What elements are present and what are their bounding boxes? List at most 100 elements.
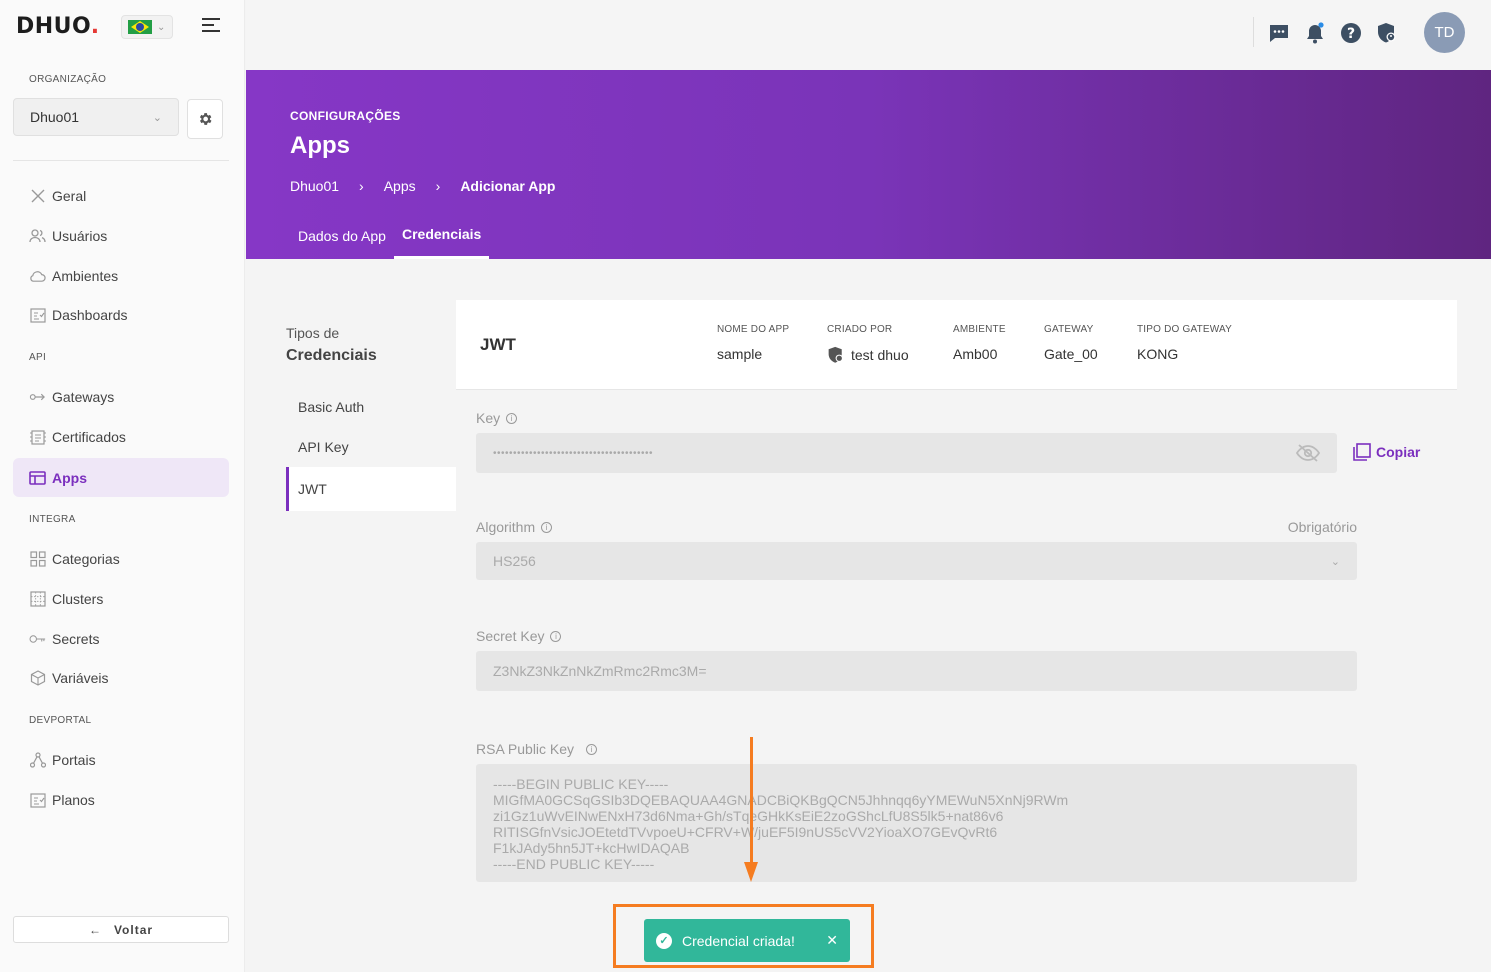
breadcrumb-item-apps[interactable]: Apps <box>384 178 416 194</box>
clusters-icon <box>29 591 46 608</box>
sidebar-item-apps[interactable]: Apps <box>13 458 229 497</box>
info-icon[interactable]: i <box>586 743 598 755</box>
info-icon[interactable]: i <box>506 412 518 424</box>
categories-icon <box>29 551 46 568</box>
sidebar-item-secrets[interactable]: Secrets <box>13 620 229 658</box>
sidebar-item-gateways[interactable]: Gateways <box>13 378 229 416</box>
sidebar-item-label: Geral <box>52 188 87 204</box>
sidebar-item-dashboards[interactable]: Dashboards <box>13 296 229 334</box>
meta-gateway-type: TIPO DO GATEWAY KONG <box>1137 324 1232 362</box>
sidebar-item-label: Certificados <box>52 429 126 445</box>
algorithm-value: HS256 <box>493 553 536 569</box>
meta-environment: AMBIENTE Amb00 <box>953 324 1006 362</box>
meta-label: AMBIENTE <box>953 324 1006 335</box>
sidebar-item-label: Clusters <box>52 591 104 607</box>
tab-credenciais[interactable]: Credenciais <box>393 222 490 259</box>
sidebar-item-label: Portais <box>52 752 96 768</box>
success-toast: ✓ Credencial criada! ✕ <box>644 919 850 962</box>
jwt-panel-header: JWT NOME DO APP sample CRIADO POR test d… <box>456 300 1457 390</box>
copy-button[interactable]: Copiar <box>1353 443 1420 461</box>
credential-types-heading-line1: Tipos de <box>286 325 340 341</box>
collapse-menu-icon[interactable] <box>202 18 222 36</box>
sidebar-item-geral[interactable]: Geral <box>13 177 229 215</box>
annotation-arrow-head <box>744 862 758 882</box>
tab-bar: Dados do App Credenciais <box>290 222 490 259</box>
plans-icon <box>29 792 46 809</box>
key-label-text: Key <box>476 410 501 426</box>
organization-settings-button[interactable] <box>187 99 223 139</box>
sidebar-item-label: Planos <box>52 792 95 808</box>
key-input[interactable]: •••••••••••••••••••••••••••••••••••••••• <box>476 433 1337 473</box>
brazil-flag-icon <box>128 20 152 34</box>
meta-label: GATEWAY <box>1044 324 1094 335</box>
eye-off-icon[interactable] <box>1296 444 1320 462</box>
credential-type-basic-auth[interactable]: Basic Auth <box>286 387 456 427</box>
credential-type-api-key[interactable]: API Key <box>286 427 456 467</box>
meta-value-text: KONG <box>1137 346 1179 362</box>
section-label-devportal: DEVPORTAL <box>29 715 92 726</box>
sidebar-item-ambientes[interactable]: Ambientes <box>13 257 229 295</box>
gear-icon <box>199 113 212 125</box>
sidebar-item-clusters[interactable]: Clusters <box>13 580 229 618</box>
organization-value: Dhuo01 <box>30 109 80 125</box>
bell-icon[interactable] <box>1303 21 1327 45</box>
variables-icon <box>29 670 46 687</box>
toast-message: Credencial criada! <box>682 932 795 949</box>
algorithm-required-label: Obrigatório <box>1287 519 1357 535</box>
sidebar-item-planos[interactable]: Planos <box>13 781 229 819</box>
sidebar-item-categorias[interactable]: Categorias <box>13 540 229 578</box>
credential-type-jwt[interactable]: JWT <box>286 467 456 511</box>
annotation-arrow <box>750 737 753 865</box>
cloud-icon <box>29 268 46 285</box>
sidebar-item-certificados[interactable]: Certificados <box>13 418 229 456</box>
credential-types-heading-line2: Credenciais <box>286 347 377 364</box>
info-icon[interactable]: i <box>541 521 553 533</box>
sidebar-item-portais[interactable]: Portais <box>13 741 229 779</box>
language-select[interactable]: ⌄ <box>121 15 173 39</box>
rsa-public-key-textarea[interactable]: -----BEGIN PUBLIC KEY----- MIGfMA0GCSqGS… <box>476 764 1357 882</box>
user-shield-icon <box>828 346 843 363</box>
info-icon[interactable]: i <box>550 630 562 642</box>
secret-key-input[interactable]: Z3NkZ3NkZnNkZmRmc2Rmc3M= <box>476 651 1357 691</box>
help-icon[interactable]: ? <box>1339 21 1363 45</box>
algorithm-label: Algorithm i <box>476 519 553 535</box>
topbar-divider <box>1253 17 1254 47</box>
sidebar-divider <box>13 160 229 161</box>
meta-value: sample <box>717 346 789 362</box>
sidebar-item-label: Secrets <box>52 631 100 647</box>
key-icon <box>29 631 46 648</box>
sidebar-item-label: Categorias <box>52 551 120 567</box>
close-icon[interactable]: ✕ <box>826 932 838 949</box>
svg-text:?: ? <box>1347 26 1355 42</box>
section-label-integra: INTEGRA <box>29 514 76 525</box>
dhuo-logo[interactable]: DHUO. <box>16 14 100 39</box>
breadcrumb: Dhuo01 › Apps › Adicionar App <box>290 178 555 194</box>
meta-value: KONG <box>1137 346 1232 362</box>
meta-value: Gate_00 <box>1044 346 1098 362</box>
panel-title: JWT <box>480 335 516 354</box>
tab-dados-do-app[interactable]: Dados do App <box>290 222 394 259</box>
sidebar-item-label: Apps <box>52 469 87 486</box>
credential-types-list: Basic Auth API Key JWT <box>286 387 456 511</box>
section-label-organizacao: ORGANIZAÇÃO <box>29 74 107 85</box>
sidebar-item-label: Variáveis <box>52 670 109 686</box>
sidebar-item-variaveis[interactable]: Variáveis <box>13 659 229 697</box>
user-avatar[interactable]: TD <box>1424 12 1465 53</box>
meta-value: test dhuo <box>827 346 909 364</box>
meta-app-name: NOME DO APP sample <box>717 324 789 362</box>
tools-icon <box>29 188 46 205</box>
chat-icon[interactable] <box>1267 21 1291 45</box>
secret-key-label-text: Secret Key <box>476 628 545 644</box>
credential-types-heading: Tipos de Credenciais <box>286 322 377 367</box>
gateway-icon <box>29 389 46 406</box>
organization-select[interactable]: Dhuo01 ⌄ <box>13 98 179 136</box>
shield-icon[interactable] <box>1375 21 1399 45</box>
sidebar-item-usuarios[interactable]: Usuários <box>13 217 229 255</box>
meta-created-by: CRIADO POR test dhuo <box>827 324 909 364</box>
jwt-panel: JWT NOME DO APP sample CRIADO POR test d… <box>456 300 1457 972</box>
algorithm-select[interactable]: HS256 ⌄ <box>476 542 1357 580</box>
sidebar-item-label: Dashboards <box>52 307 128 323</box>
back-button-label: Voltar <box>113 922 154 937</box>
breadcrumb-item-organization[interactable]: Dhuo01 <box>290 178 339 194</box>
back-button[interactable]: ← Voltar <box>13 916 229 943</box>
